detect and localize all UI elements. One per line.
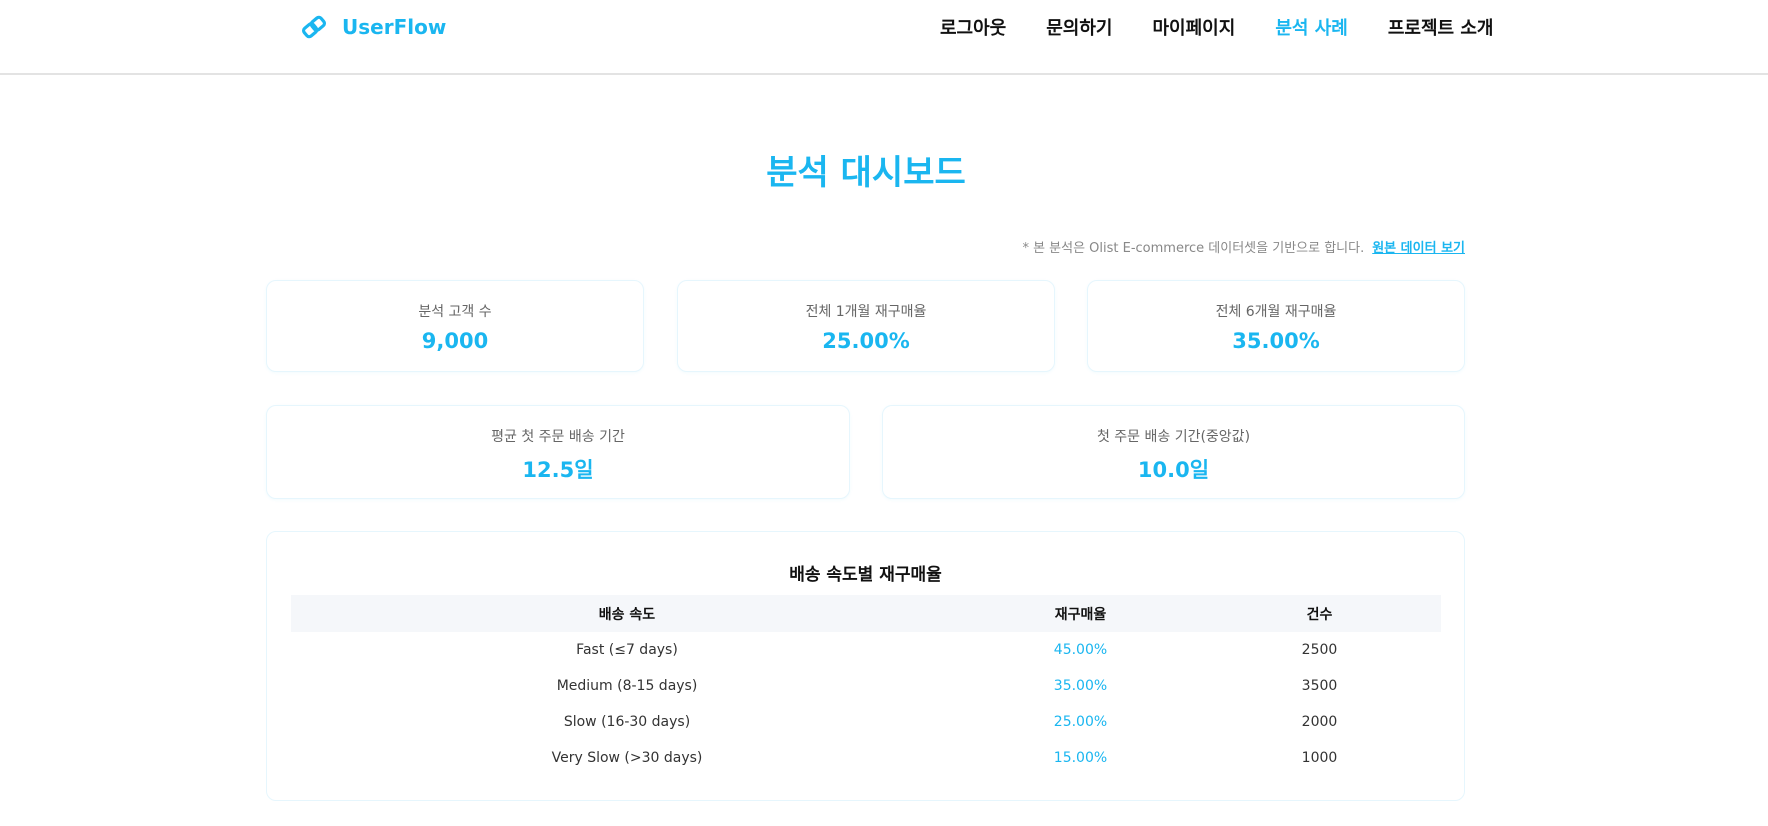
cell-count: 2500 — [1301, 642, 1338, 658]
table-row: Very Slow (>30 days) 15.00% 1000 — [291, 740, 1441, 776]
cell-count: 3500 — [1301, 678, 1338, 694]
cell-rate: 15.00% — [1053, 750, 1108, 766]
nav-project[interactable]: 프로젝트 소개 — [1388, 14, 1494, 40]
cell-rate: 45.00% — [1053, 642, 1108, 658]
main-nav: 로그아웃 문의하기 마이페이지 분석 사례 프로젝트 소개 — [940, 10, 1493, 44]
stat-card-avg-delivery: 평균 첫 주문 배송 기간 12.5일 — [266, 405, 850, 499]
header-speed: 배송 속도 — [598, 606, 656, 623]
table-row: Fast (≤7 days) 45.00% 2500 — [291, 632, 1441, 668]
nav-logout[interactable]: 로그아웃 — [940, 14, 1006, 40]
cell-count: 1000 — [1301, 750, 1338, 766]
cell-rate: 25.00% — [1053, 714, 1108, 730]
cell-rate: 35.00% — [1053, 678, 1108, 694]
cell-count: 2000 — [1301, 714, 1338, 730]
delivery-speed-table-card: 배송 속도별 재구매율 배송 속도 재구매율 건수 Fast (≤7 days)… — [266, 531, 1465, 801]
table-header-row: 배송 속도 재구매율 건수 — [291, 595, 1441, 632]
nav-contact[interactable]: 문의하기 — [1046, 14, 1112, 40]
stat-label: 첫 주문 배송 기간(중앙값) — [1096, 429, 1251, 445]
stat-label: 전체 1개월 재구매율 — [805, 304, 927, 320]
stat-value: 9,000 — [421, 329, 489, 353]
cell-speed: Slow (16-30 days) — [563, 714, 691, 730]
stat-label: 평균 첫 주문 배송 기간 — [491, 429, 625, 445]
stat-label: 전체 6개월 재구매율 — [1215, 304, 1337, 320]
header-count: 건수 — [1306, 606, 1333, 623]
cell-speed: Medium (8-15 days) — [556, 678, 698, 694]
table-title: 배송 속도별 재구매율 — [789, 565, 942, 585]
header-rate: 재구매율 — [1054, 606, 1107, 623]
cell-speed: Fast (≤7 days) — [576, 642, 678, 658]
table-row: Slow (16-30 days) 25.00% 2000 — [291, 704, 1441, 740]
nav-mypage[interactable]: 마이페이지 — [1153, 14, 1236, 40]
stat-label: 분석 고객 수 — [418, 304, 492, 320]
stat-card-1m-repurchase: 전체 1개월 재구매율 25.00% — [677, 280, 1055, 372]
page-title: 분석 대시보드 — [766, 153, 966, 193]
link-icon — [301, 15, 327, 39]
brand-logo[interactable]: UserFlow — [300, 10, 446, 44]
data-source-note: * 본 분석은 Olist E-commerce 데이터셋을 기반으로 합니다.… — [1022, 237, 1465, 256]
brand-name: UserFlow — [342, 15, 447, 39]
stat-card-median-delivery: 첫 주문 배송 기간(중앙값) 10.0일 — [882, 405, 1465, 499]
source-data-link[interactable]: 원본 데이터 보기 — [1372, 237, 1465, 256]
cell-speed: Very Slow (>30 days) — [551, 750, 703, 766]
stat-value: 10.0일 — [1137, 458, 1210, 482]
delivery-speed-table: 배송 속도 재구매율 건수 Fast (≤7 days) 45.00% 2500… — [291, 595, 1441, 776]
stat-value: 35.00% — [1232, 329, 1320, 353]
stat-value: 25.00% — [822, 329, 910, 353]
stat-card-6m-repurchase: 전체 6개월 재구매율 35.00% — [1087, 280, 1465, 372]
stat-card-customers: 분석 고객 수 9,000 — [266, 280, 644, 372]
note-text: * 본 분석은 Olist E-commerce 데이터셋을 기반으로 합니다. — [1022, 241, 1365, 256]
site-header: UserFlow 로그아웃 문의하기 마이페이지 분석 사례 프로젝트 소개 — [0, 0, 1768, 75]
table-row: Medium (8-15 days) 35.00% 3500 — [291, 668, 1441, 704]
nav-cases[interactable]: 분석 사례 — [1275, 14, 1348, 40]
stat-value: 12.5일 — [522, 458, 594, 482]
